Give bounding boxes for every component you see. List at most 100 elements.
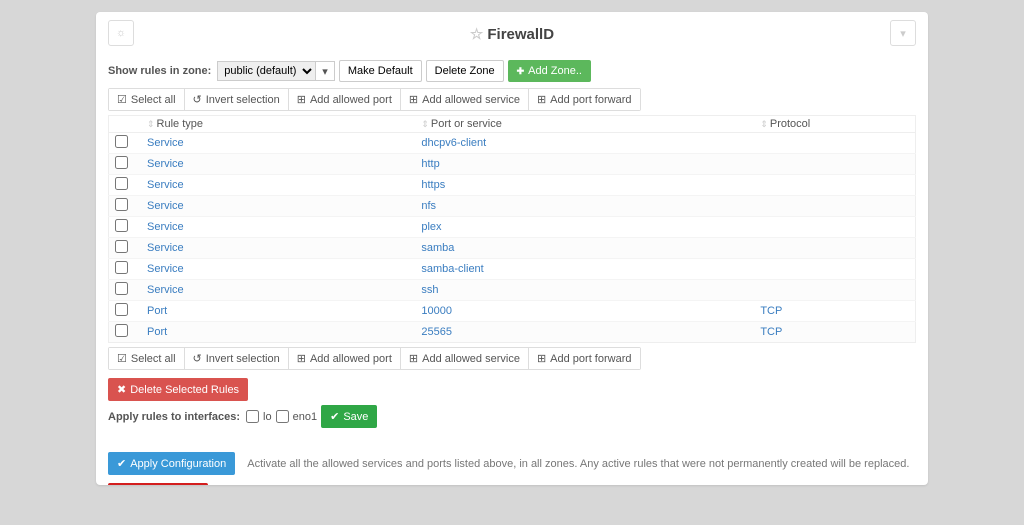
table-row: Service samba [109, 238, 916, 259]
sort-icon[interactable]: ⇕ [760, 119, 768, 129]
rule-type-link[interactable]: Service [147, 158, 184, 170]
save-label: Save [343, 411, 368, 423]
table-row: Service plex [109, 217, 916, 238]
port-link[interactable]: samba [421, 242, 454, 254]
add-allowed-port-label: Add allowed port [310, 353, 392, 365]
zone-dropdown-caret[interactable]: ▾ [316, 61, 335, 81]
add-port-forward-label: Add port forward [550, 353, 631, 365]
plus-box-icon: ⊞ [297, 93, 306, 106]
iface-lo-checkbox[interactable] [246, 410, 259, 423]
make-default-button[interactable]: Make Default [339, 60, 422, 82]
port-link[interactable]: ssh [421, 284, 438, 296]
table-row: Service samba-client [109, 259, 916, 280]
sort-icon[interactable]: ⇕ [421, 119, 429, 129]
invert-selection-label: Invert selection [206, 94, 280, 106]
invert-selection-button[interactable]: ↺Invert selection [185, 348, 289, 369]
row-checkbox[interactable] [115, 240, 128, 253]
table-row: Service nfs [109, 196, 916, 217]
plus-box-icon: ⊞ [537, 93, 546, 106]
port-link[interactable]: plex [421, 221, 441, 233]
cancel-icon: ✖ [117, 383, 126, 396]
port-link[interactable]: 25565 [421, 326, 452, 338]
col-protocol[interactable]: Protocol [770, 118, 810, 130]
add-zone-button[interactable]: ✚ Add Zone.. [508, 60, 591, 82]
star-icon[interactable]: ☆ [470, 25, 483, 43]
apply-interfaces-row: Apply rules to interfaces: lo eno1 ✔ Sav… [108, 405, 916, 428]
add-allowed-service-button[interactable]: ⊞ Add allowed service [401, 89, 529, 110]
port-link[interactable]: http [421, 158, 439, 170]
plus-box-icon: ⊞ [537, 352, 546, 365]
add-port-forward-button[interactable]: ⊞ Add port forward [529, 348, 640, 369]
add-zone-label: Add Zone.. [528, 65, 582, 77]
delete-zone-button[interactable]: Delete Zone [426, 60, 504, 82]
title-text: FirewallD [487, 26, 554, 43]
row-checkbox[interactable] [115, 303, 128, 316]
plus-box-icon: ⊞ [409, 352, 418, 365]
rule-type-link[interactable]: Service [147, 221, 184, 233]
rule-type-link[interactable]: Service [147, 200, 184, 212]
add-allowed-service-button[interactable]: ⊞Add allowed service [401, 348, 529, 369]
page-title: ☆ FirewallD [470, 25, 554, 43]
sort-icon[interactable]: ⇕ [147, 119, 155, 129]
protocol-link[interactable]: TCP [760, 326, 782, 338]
rule-type-link[interactable]: Service [147, 179, 184, 191]
table-row: Service ssh [109, 280, 916, 301]
row-checkbox[interactable] [115, 324, 128, 337]
col-port-service[interactable]: Port or service [431, 118, 502, 130]
iface-eno1-label: eno1 [293, 411, 317, 423]
table-toolbar-top: ☑Select all ↺Invert selection ⊞Add allow… [108, 88, 641, 111]
plus-box-icon: ⊞ [297, 352, 306, 365]
port-link[interactable]: https [421, 179, 445, 191]
filter-icon[interactable]: ▾ [890, 20, 916, 46]
select-all-button[interactable]: ☑Select all [109, 348, 185, 369]
row-checkbox[interactable] [115, 198, 128, 211]
add-allowed-port-button[interactable]: ⊞ Add allowed port [289, 348, 401, 369]
select-all-label: Select all [131, 94, 176, 106]
rule-type-link[interactable]: Service [147, 263, 184, 275]
zone-select[interactable]: public (default) [217, 61, 316, 81]
rule-type-link[interactable]: Service [147, 284, 184, 296]
add-port-forward-label: Add port forward [550, 94, 631, 106]
table-row: Port 25565 TCP [109, 322, 916, 343]
row-checkbox[interactable] [115, 156, 128, 169]
gear-icon[interactable]: ☼ [108, 20, 134, 46]
row-checkbox[interactable] [115, 135, 128, 148]
row-checkbox[interactable] [115, 282, 128, 295]
rule-type-link[interactable]: Service [147, 137, 184, 149]
select-all-button[interactable]: ☑Select all [109, 89, 185, 110]
plus-box-icon: ⊞ [409, 93, 418, 106]
rule-type-link[interactable]: Port [147, 326, 167, 338]
invert-selection-label: Invert selection [206, 353, 280, 365]
apply-config-row: ✔ Apply Configuration Activate all the a… [108, 452, 916, 475]
protocol-link[interactable]: TCP [760, 305, 782, 317]
port-link[interactable]: nfs [421, 200, 436, 212]
check-circle-icon: ✔ [117, 457, 126, 470]
port-link[interactable]: 10000 [421, 305, 452, 317]
table-row: Service http [109, 154, 916, 175]
invert-selection-button[interactable]: ↺Invert selection [185, 89, 289, 110]
save-button[interactable]: ✔ Save [321, 405, 377, 428]
title-bar: ☼ ☆ FirewallD ▾ [108, 20, 916, 48]
apply-config-button[interactable]: ✔ Apply Configuration [108, 452, 235, 475]
delete-selected-label: Delete Selected Rules [130, 384, 239, 396]
add-port-forward-button[interactable]: ⊞ Add port forward [529, 89, 640, 110]
add-allowed-port-button[interactable]: ⊞Add allowed port [289, 89, 401, 110]
table-row: Service https [109, 175, 916, 196]
stop-row: ■ Stop FirewallD Shut down the FirewallD… [108, 483, 916, 485]
col-rule-type[interactable]: Rule type [157, 118, 203, 130]
port-link[interactable]: dhcpv6-client [421, 137, 486, 149]
zone-controls: Show rules in zone: public (default) ▾ M… [108, 60, 916, 82]
row-checkbox[interactable] [115, 261, 128, 274]
row-checkbox[interactable] [115, 177, 128, 190]
apply-config-help: Activate all the allowed services and po… [247, 458, 909, 470]
rule-type-link[interactable]: Port [147, 305, 167, 317]
row-checkbox[interactable] [115, 219, 128, 232]
check-circle-icon: ✔ [330, 410, 339, 423]
check-icon: ☑ [117, 352, 127, 365]
delete-selected-button[interactable]: ✖ Delete Selected Rules [108, 378, 248, 401]
iface-eno1-checkbox[interactable] [276, 410, 289, 423]
rule-type-link[interactable]: Service [147, 242, 184, 254]
stop-button[interactable]: ■ Stop FirewallD [108, 483, 208, 485]
port-link[interactable]: samba-client [421, 263, 483, 275]
add-allowed-service-label: Add allowed service [422, 94, 520, 106]
